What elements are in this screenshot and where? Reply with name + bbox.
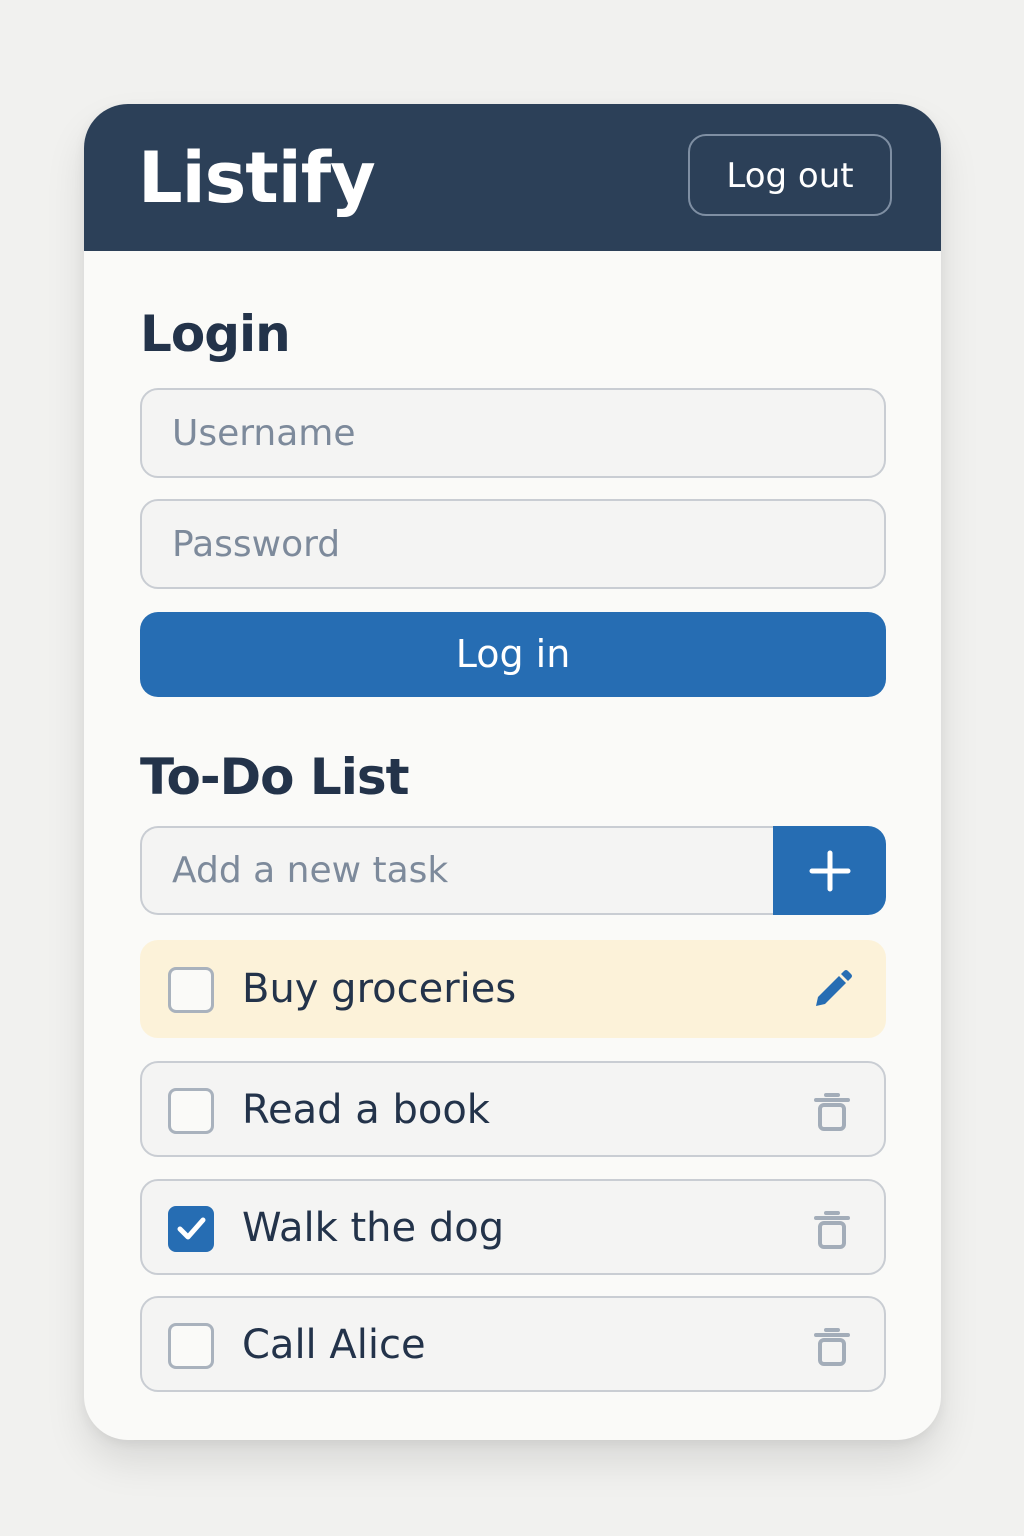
todo-title: To-Do List (140, 748, 409, 806)
task-label: Buy groceries (242, 966, 517, 1012)
trash-icon (814, 1093, 850, 1131)
task-label: Call Alice (242, 1322, 426, 1368)
task-checkbox[interactable] (168, 1088, 214, 1134)
task-item: Buy groceries (140, 940, 886, 1038)
add-task-bar (140, 826, 886, 915)
task-checkbox[interactable] (168, 967, 214, 1013)
delete-task-button[interactable] (810, 1089, 854, 1133)
task-item: Read a book (140, 1061, 886, 1157)
app-card: Listify Log out Login Log in To-Do List … (84, 104, 941, 1440)
login-title: Login (140, 305, 291, 363)
delete-task-button[interactable] (810, 1207, 854, 1251)
login-button[interactable]: Log in (140, 612, 886, 697)
edit-task-button[interactable] (810, 968, 854, 1012)
task-label: Read a book (242, 1087, 490, 1133)
task-item: Walk the dog (140, 1179, 886, 1275)
task-checkbox[interactable] (168, 1323, 214, 1369)
plus-icon (809, 850, 851, 892)
pencil-icon (816, 970, 852, 1006)
app-logo: Listify (138, 137, 376, 219)
trash-icon (814, 1211, 850, 1249)
task-label: Walk the dog (242, 1205, 505, 1251)
trash-icon (814, 1328, 850, 1366)
add-task-input[interactable] (140, 826, 780, 915)
password-input[interactable] (140, 499, 886, 589)
add-task-button[interactable] (773, 826, 886, 915)
username-input[interactable] (140, 388, 886, 478)
checkmark-icon (177, 1217, 206, 1240)
task-checkbox[interactable] (168, 1206, 214, 1252)
delete-task-button[interactable] (810, 1324, 854, 1368)
logout-button[interactable]: Log out (688, 134, 892, 216)
app-header: Listify Log out (84, 104, 941, 251)
task-item: Call Alice (140, 1296, 886, 1392)
